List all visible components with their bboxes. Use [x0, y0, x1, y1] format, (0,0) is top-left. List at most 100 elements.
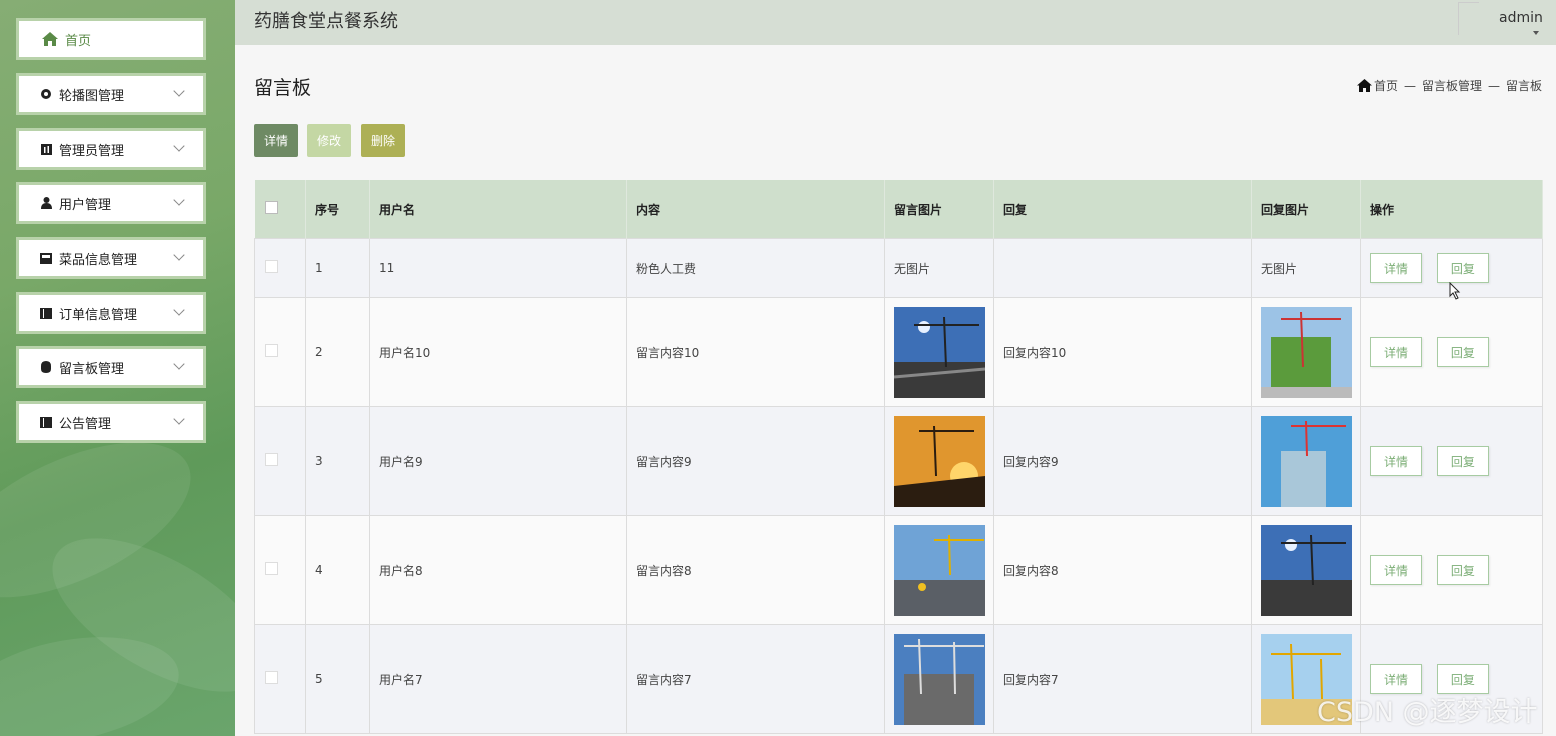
sidebar-item-users[interactable]: 用户管理 — [16, 182, 206, 224]
construction-photo[interactable] — [894, 306, 985, 398]
detail-button[interactable]: 详情 — [254, 124, 298, 157]
sidebar-item-dishes[interactable]: 菜品信息管理 — [16, 237, 206, 279]
page-title: 留言板 — [254, 77, 312, 99]
row-detail-button[interactable]: 详情 — [1370, 446, 1422, 476]
cell-reply-image — [1251, 406, 1361, 516]
cell-content: 留言内容8 — [626, 515, 885, 625]
column-header: 留言图片 — [884, 180, 994, 239]
construction-photo[interactable] — [1261, 524, 1352, 616]
row-checkbox[interactable] — [265, 562, 278, 575]
messages-table: 序号 用户名 内容 留言图片 回复 回复图片 操作 1 11 粉色人工费 无图片… — [254, 180, 1543, 734]
admin-icon — [39, 142, 53, 156]
delete-button[interactable]: 删除 — [361, 124, 405, 157]
row-detail-button[interactable]: 详情 — [1370, 253, 1422, 283]
row-reply-button[interactable]: 回复 — [1436, 555, 1489, 585]
cell-reply-image — [1251, 297, 1361, 407]
cell-reply: 回复内容10 — [993, 297, 1252, 407]
row-select-cell — [254, 406, 306, 516]
sidebar-item-messages[interactable]: 留言板管理 — [16, 346, 206, 388]
row-select-cell — [254, 297, 306, 407]
cell-reply-image — [1251, 515, 1361, 625]
row-select-cell — [254, 624, 306, 734]
sidebar-item-label: 首页 — [65, 33, 92, 49]
top-header: 药膳食堂点餐系统 admin — [235, 0, 1556, 45]
row-select-cell — [254, 238, 306, 298]
breadcrumb-level1[interactable]: 留言板管理 — [1422, 77, 1482, 94]
user-icon — [39, 196, 53, 210]
row-reply-button[interactable]: 回复 — [1436, 446, 1489, 476]
row-select-cell — [254, 515, 306, 625]
sidebar-item-orders[interactable]: 订单信息管理 — [16, 292, 206, 334]
cell-reply: 回复内容7 — [993, 624, 1252, 734]
table-row: 1 11 粉色人工费 无图片 无图片 详情 回复 — [254, 238, 1543, 298]
user-menu[interactable]: admin — [1499, 10, 1543, 26]
home-icon — [41, 30, 59, 48]
column-header: 回复 — [993, 180, 1252, 239]
construction-photo[interactable] — [894, 415, 985, 507]
sidebar-item-admins[interactable]: 管理员管理 — [16, 128, 206, 170]
cell-actions: 详情 回复 — [1360, 406, 1543, 516]
row-reply-button[interactable]: 回复 — [1436, 337, 1489, 367]
watermark: CSDN @逐梦设计 — [1317, 697, 1538, 728]
message-icon — [39, 360, 53, 374]
circle-icon — [39, 87, 53, 101]
dish-icon — [39, 251, 53, 265]
cell-reply — [993, 238, 1252, 298]
cell-username: 用户名8 — [369, 515, 627, 625]
sidebar-item-label: 公告管理 — [59, 416, 112, 432]
cell-username: 用户名10 — [369, 297, 627, 407]
cell-no: 3 — [305, 406, 370, 516]
cell-content: 粉色人工费 — [626, 238, 885, 298]
sidebar-item-label: 轮播图管理 — [59, 88, 125, 104]
chevron-down-icon — [173, 249, 185, 261]
table-row: 3 用户名9 留言内容9 回复内容9 详情 回复 — [254, 406, 1543, 516]
sidebar-item-notices[interactable]: 公告管理 — [16, 401, 206, 443]
select-all-checkbox[interactable] — [264, 201, 278, 214]
cell-no: 1 — [305, 238, 370, 298]
sidebar-item-home[interactable]: 首页 — [16, 18, 206, 60]
row-reply-button[interactable]: 回复 — [1436, 253, 1489, 283]
row-detail-button[interactable]: 详情 — [1370, 337, 1422, 367]
column-header: 序号 — [305, 180, 370, 239]
column-header: 回复图片 — [1251, 180, 1361, 239]
select-all-cell — [254, 180, 306, 239]
sidebar-item-carousel[interactable]: 轮播图管理 — [16, 73, 206, 115]
row-checkbox[interactable] — [265, 671, 278, 684]
construction-photo[interactable] — [894, 633, 985, 725]
app-title: 药膳食堂点餐系统 — [254, 11, 398, 32]
chevron-down-icon — [173, 140, 185, 152]
sidebar-item-label: 用户管理 — [59, 197, 112, 213]
breadcrumb-level2: 留言板 — [1505, 79, 1542, 93]
chevron-down-icon — [173, 304, 185, 316]
construction-photo[interactable] — [894, 524, 985, 616]
construction-photo[interactable] — [1261, 415, 1352, 507]
cell-actions: 详情 回复 — [1360, 515, 1543, 625]
cell-reply: 回复内容9 — [993, 406, 1252, 516]
cell-image — [884, 297, 994, 407]
edit-button[interactable]: 修改 — [307, 124, 351, 157]
cell-username: 11 — [369, 238, 627, 298]
cell-content: 留言内容10 — [626, 297, 885, 407]
row-detail-button[interactable]: 详情 — [1370, 555, 1422, 585]
avatar[interactable] — [1458, 2, 1479, 35]
chevron-down-icon — [173, 358, 185, 370]
caret-down-icon[interactable] — [1533, 31, 1539, 35]
row-checkbox[interactable] — [265, 344, 278, 357]
sidebar-item-label: 管理员管理 — [59, 143, 125, 159]
cell-reply: 回复内容8 — [993, 515, 1252, 625]
row-checkbox[interactable] — [265, 260, 278, 273]
cell-username: 用户名7 — [369, 624, 627, 734]
cell-no: 2 — [305, 297, 370, 407]
cell-actions: 详情 回复 — [1360, 297, 1543, 407]
sidebar: 首页 轮播图管理 管理员管理 用户管理 菜品信息管理 订单信息管理 留言板管理 … — [0, 0, 235, 736]
cell-no: 5 — [305, 624, 370, 734]
construction-photo[interactable] — [1261, 306, 1352, 398]
breadcrumb-home[interactable]: 首页 — [1374, 77, 1398, 94]
table-row: 4 用户名8 留言内容8 回复内容8 详情 回复 — [254, 515, 1543, 625]
row-checkbox[interactable] — [265, 453, 278, 466]
notice-icon — [39, 415, 53, 429]
chevron-down-icon — [173, 194, 185, 206]
home-icon — [1356, 79, 1372, 92]
cell-image — [884, 406, 994, 516]
column-header: 内容 — [626, 180, 885, 239]
